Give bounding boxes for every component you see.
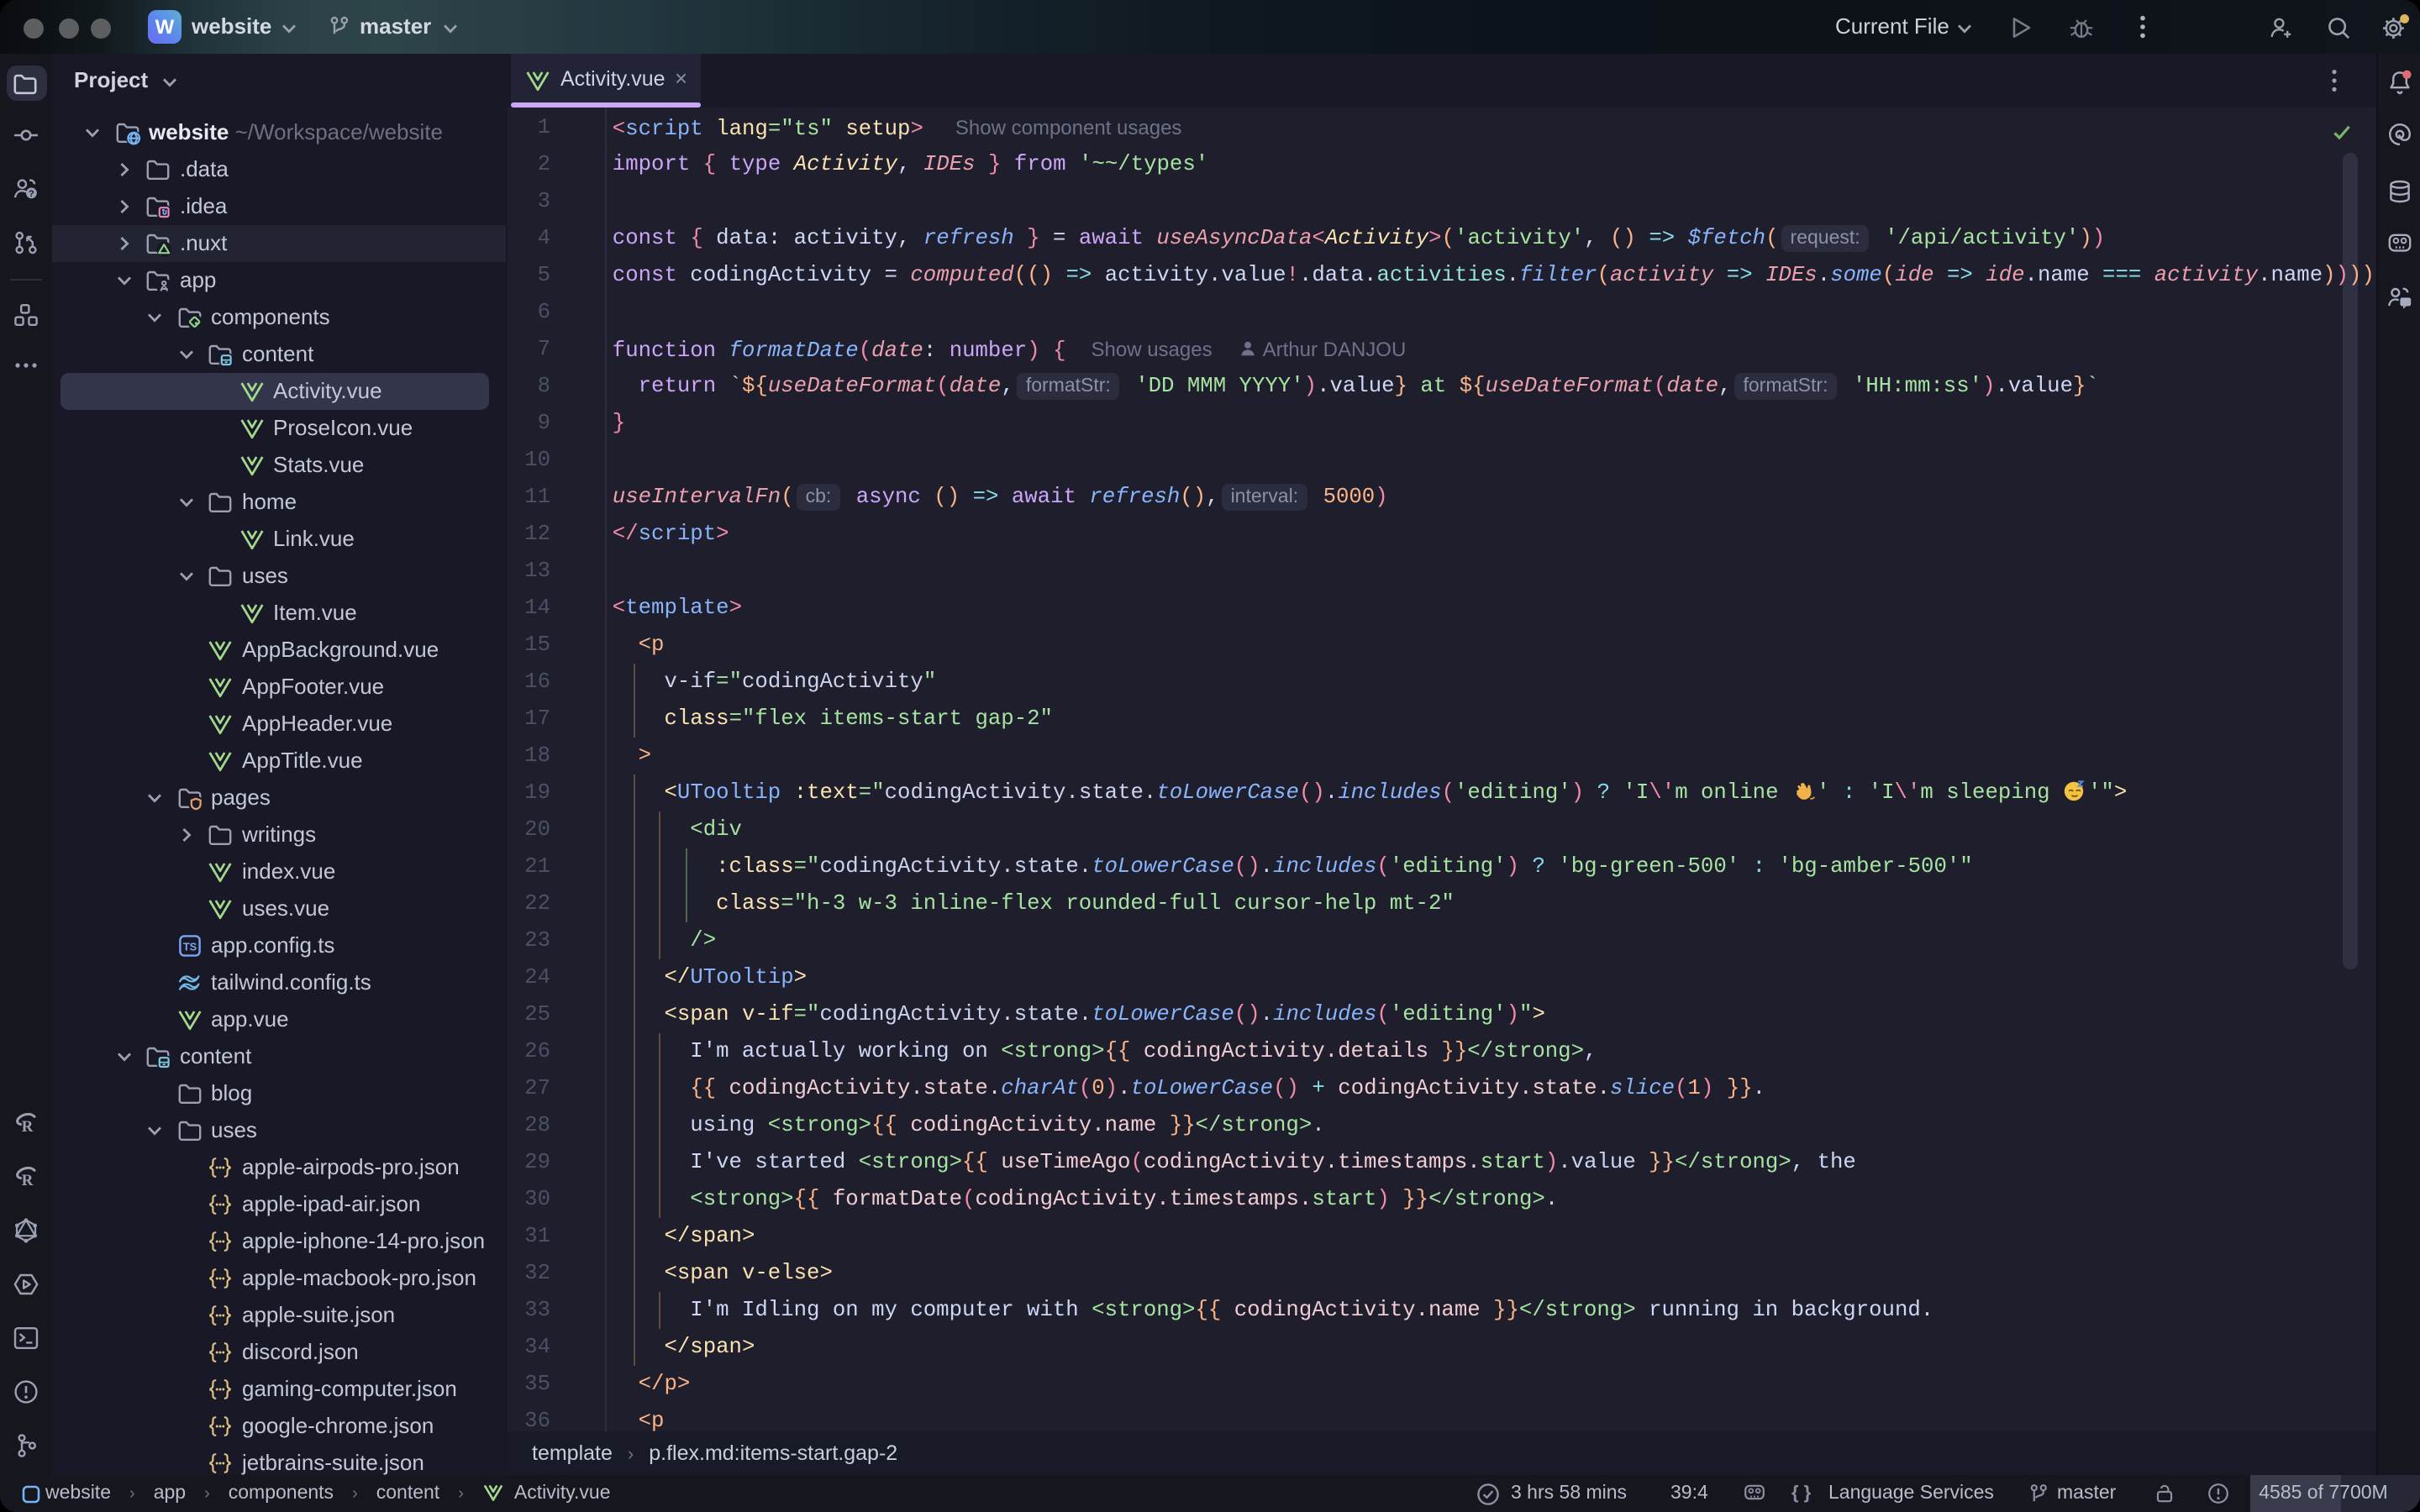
svg-text:R: R [22, 1172, 34, 1189]
svg-text:TS: TS [182, 940, 197, 953]
svg-text:R: R [22, 1118, 34, 1136]
svg-text:?: ? [29, 189, 34, 199]
